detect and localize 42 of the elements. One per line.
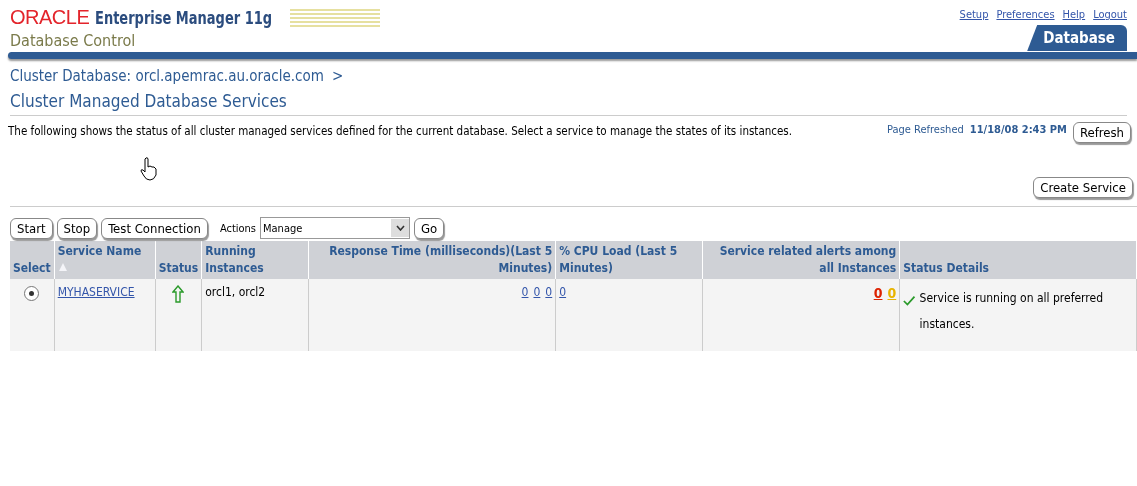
column-header[interactable]: Service Name	[54, 241, 156, 279]
hand-cursor-icon	[140, 157, 158, 181]
response-time-link[interactable]: 0	[533, 285, 541, 299]
brand-logo: ORACLE	[10, 6, 90, 29]
column-header: Status	[155, 241, 202, 279]
column-header: Running Instances	[201, 241, 309, 279]
header-link[interactable]: Preferences	[996, 8, 1055, 21]
refresh-button[interactable]: Refresh	[1072, 122, 1131, 143]
response-time-link[interactable]: 0	[545, 285, 553, 299]
column-header: Status Details	[899, 241, 1137, 279]
product-name: Enterprise Manager 11g	[95, 7, 273, 28]
product-subtitle: Database Control	[10, 31, 137, 50]
table-cell: orcl1, orcl2	[205, 285, 266, 299]
status-details-text: Service is running on all preferred instances.	[919, 290, 1104, 333]
refreshed-label: Page Refreshed	[887, 123, 964, 136]
breadcrumb-separator: >	[331, 67, 344, 85]
database-tab[interactable]: Database	[1027, 25, 1127, 51]
page-title: Cluster Managed Database Services	[10, 91, 1127, 116]
check-icon	[903, 295, 916, 307]
toolbar-button[interactable]: Test Connection	[101, 217, 208, 239]
toolbar-button[interactable]: Start	[10, 217, 53, 239]
create-service-button[interactable]: Create Service	[1033, 177, 1133, 198]
go-button[interactable]: Go	[414, 217, 445, 239]
alert-count-link[interactable]: 0	[873, 285, 883, 301]
header-link[interactable]: Help	[1062, 8, 1086, 21]
response-time-link[interactable]: 0	[521, 285, 529, 299]
caret-icon	[395, 225, 405, 231]
breadcrumb-link[interactable]: Cluster Database: orcl.apemrac.au.oracle.com	[10, 67, 324, 85]
column-header: Select	[10, 241, 55, 279]
column-header: % CPU Load (Last 5 Minutes)	[555, 241, 703, 279]
description-text: The following shows the status of all cluster managed services defined for the current database. Select a service to manage the states of its instances.	[8, 123, 794, 140]
service-name-link[interactable]: MYHASERVICE	[57, 285, 135, 299]
cpu-load-link[interactable]: 0	[559, 285, 567, 299]
column-header: Response Time (milliseconds)(Last 5 Minutes)	[308, 241, 556, 279]
refreshed-time: 11/18/08 2:43 PM	[969, 123, 1067, 136]
header-link[interactable]: Setup	[959, 8, 989, 21]
actions-dropdown[interactable]: Manage	[260, 217, 410, 239]
actions-label: Actions	[219, 221, 256, 235]
select-radio[interactable]	[24, 286, 40, 301]
header-link[interactable]: Logout	[1093, 8, 1127, 21]
column-header: Service related alerts among all Instances	[702, 241, 900, 279]
toolbar-button[interactable]: Stop	[56, 217, 98, 239]
